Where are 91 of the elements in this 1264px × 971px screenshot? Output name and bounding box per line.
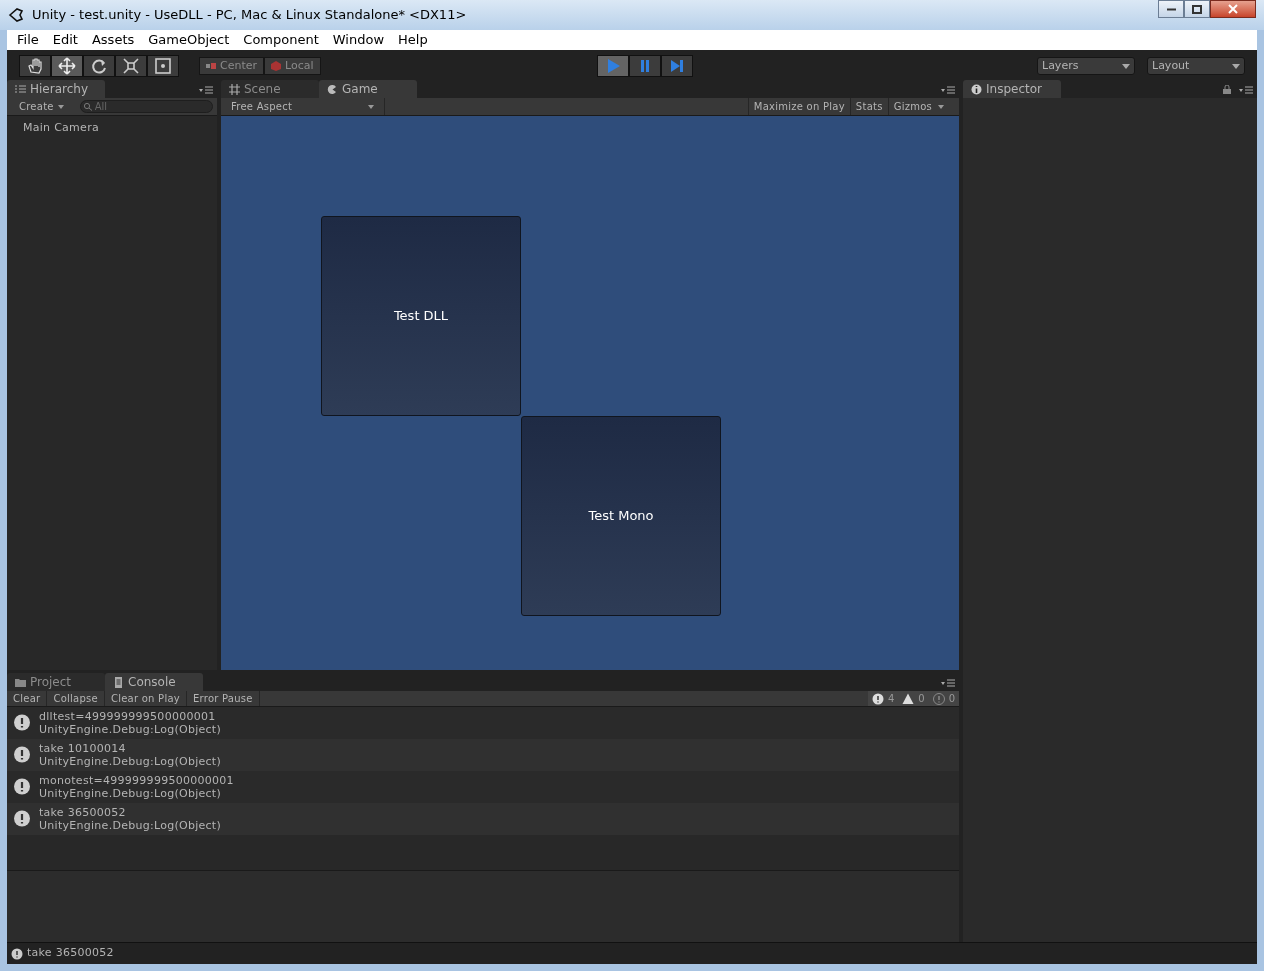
console-toolbar-button[interactable]: Error Pause <box>187 691 260 706</box>
game-view-toggle[interactable]: Gizmos <box>887 98 949 115</box>
search-field[interactable]: All <box>79 100 213 113</box>
playback-button[interactable] <box>660 55 693 77</box>
menu-item[interactable]: Assets <box>85 30 141 50</box>
log-message: dlltest=499999999500000001 <box>39 710 217 723</box>
console-toolbar-button[interactable]: Clear <box>7 691 48 706</box>
panel-tab[interactable]: Hierarchy <box>7 80 105 98</box>
unity-logo-icon <box>8 7 24 23</box>
scale-icon <box>122 57 140 75</box>
error-icon <box>932 692 945 705</box>
menu-item[interactable]: Component <box>237 30 325 50</box>
cube-icon <box>271 61 282 71</box>
log-stack-trace: UnityEngine.Debug:Log(Object) <box>39 723 221 736</box>
log-message: take 36500052 <box>39 806 127 819</box>
log-filter-toggle[interactable]: 0 <box>928 691 959 706</box>
tool-button[interactable] <box>83 55 115 77</box>
dropdown-caret-icon <box>1232 63 1240 69</box>
maximize-button[interactable] <box>1184 0 1210 18</box>
panel-menu-icon <box>199 86 213 94</box>
menu-item[interactable]: File <box>11 30 45 50</box>
folder-icon <box>15 676 26 688</box>
message-icon <box>13 746 31 764</box>
dropdown-caret-icon <box>1122 63 1130 69</box>
menu-item[interactable]: Help <box>392 30 434 50</box>
message-icon <box>11 947 23 960</box>
dropdown-caret-icon <box>57 104 64 109</box>
rotate-icon <box>90 57 108 75</box>
playback-button[interactable] <box>628 55 661 77</box>
menu-item[interactable]: Edit <box>46 30 84 50</box>
game-view-toggle[interactable]: Maximize on Play <box>747 98 850 115</box>
grid-icon <box>229 83 240 95</box>
layers-dropdown[interactable]: Layers <box>1037 57 1135 75</box>
pivot-icon <box>206 61 216 71</box>
pivot-button[interactable]: Local <box>264 57 321 75</box>
hand-icon <box>26 57 44 75</box>
playback-button[interactable] <box>596 55 629 77</box>
log-stack-trace: UnityEngine.Debug:Log(Object) <box>39 787 222 800</box>
game-button[interactable]: Test DLL <box>321 216 521 416</box>
panel-tab[interactable]: Project <box>7 673 105 691</box>
message-icon <box>13 778 31 796</box>
panel-tab[interactable]: Scene <box>221 80 319 98</box>
panel-tab[interactable]: Inspector <box>963 80 1061 98</box>
move-arrows-icon <box>58 57 76 75</box>
minimize-button[interactable] <box>1158 0 1184 18</box>
minimize-icon <box>1166 7 1176 11</box>
message-icon <box>871 692 884 705</box>
console-toolbar-button[interactable]: Collapse <box>47 691 105 706</box>
padlock-icon <box>1223 85 1231 94</box>
dropdown-caret-icon <box>368 104 374 109</box>
close-button[interactable] <box>1210 0 1256 18</box>
log-stack-trace: UnityEngine.Debug:Log(Object) <box>39 755 221 768</box>
log-entry[interactable]: take 10100014 UnityEngine.Debug:Log(Object) <box>7 739 959 771</box>
aspect-dropdown[interactable]: Free Aspect <box>221 98 385 115</box>
maximize-icon <box>1192 4 1202 14</box>
tool-button[interactable] <box>147 55 179 77</box>
hierarchy-item[interactable]: Main Camera <box>23 119 201 137</box>
log-message: take 10100014 <box>39 742 127 755</box>
panel-tab[interactable]: Console <box>105 673 203 691</box>
log-filter-toggle[interactable]: 0 <box>898 691 929 706</box>
game-view-toggle[interactable]: Stats <box>849 98 888 115</box>
log-message: monotest=499999999500000001 <box>39 774 234 787</box>
window-title: Unity - test.unity - UseDLL - PC, Mac & Linux Standalone* <DX11> <box>32 6 467 25</box>
list-icon <box>15 83 26 95</box>
menu-item[interactable]: GameObject <box>142 30 236 50</box>
panel-menu-icon <box>941 679 955 687</box>
console-toolbar-button[interactable]: Clear on Play <box>104 691 187 706</box>
panel-menu-icon <box>941 86 955 94</box>
game-button[interactable]: Test Mono <box>521 416 721 616</box>
menu-item[interactable]: Window <box>326 30 391 50</box>
message-icon <box>13 714 31 732</box>
message-icon <box>13 810 31 828</box>
tool-button[interactable] <box>115 55 147 77</box>
tool-button[interactable] <box>19 55 51 77</box>
rect-tool-icon <box>154 57 172 75</box>
close-icon <box>1226 3 1240 15</box>
status-message: take 36500052 <box>27 945 114 962</box>
pivot-button[interactable]: Center <box>199 57 265 75</box>
create-button[interactable]: Create <box>11 99 72 114</box>
dropdown-caret-icon <box>936 104 944 109</box>
layout-dropdown[interactable]: Layout <box>1147 57 1245 75</box>
log-filter-toggle[interactable]: 4 <box>867 691 899 706</box>
panel-tab[interactable]: Game <box>319 80 417 98</box>
panel-menu-icon <box>1239 86 1253 94</box>
tool-button[interactable] <box>51 55 83 77</box>
log-stack-trace: UnityEngine.Debug:Log(Object) <box>39 819 221 832</box>
info-icon <box>971 83 982 95</box>
log-entry[interactable]: take 36500052 UnityEngine.Debug:Log(Object) <box>7 803 959 835</box>
pacman-icon <box>327 83 338 95</box>
document-icon <box>113 676 124 688</box>
search-icon <box>82 102 93 111</box>
